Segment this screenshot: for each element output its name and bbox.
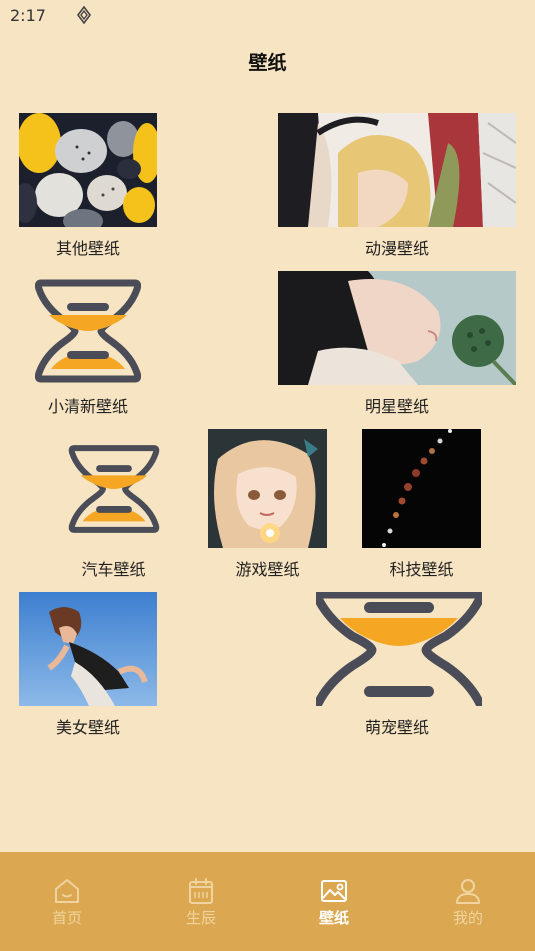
colorful-pebbles-image bbox=[19, 113, 157, 227]
hourglass-placeholder-icon bbox=[35, 277, 141, 385]
calendar-icon bbox=[189, 878, 213, 904]
home-icon bbox=[55, 879, 79, 903]
category-label: 小清新壁纸 bbox=[47, 397, 128, 416]
category-tile-game[interactable]: 游戏壁纸 bbox=[208, 429, 327, 579]
anime-girl-sparkler-image bbox=[208, 429, 327, 548]
category-tile-fresh[interactable]: 小清新壁纸 bbox=[19, 271, 157, 416]
category-tile-celebrity[interactable]: 明星壁纸 bbox=[278, 271, 516, 416]
hourglass-placeholder-icon bbox=[316, 592, 482, 706]
status-time: 2:17 bbox=[10, 6, 46, 25]
user-icon bbox=[456, 879, 480, 904]
tab-profile[interactable]: 我的 bbox=[401, 852, 535, 951]
woman-blue-sky-image bbox=[19, 592, 157, 706]
lunar-eclipse-image bbox=[362, 429, 481, 548]
tab-home[interactable]: 首页 bbox=[0, 852, 134, 951]
tab-label: 首页 bbox=[51, 909, 82, 927]
category-tile-tech[interactable]: 科技壁纸 bbox=[362, 429, 481, 579]
category-label: 游戏壁纸 bbox=[235, 560, 300, 579]
category-tile-beauty[interactable]: 美女壁纸 bbox=[19, 592, 157, 737]
category-tile-pet[interactable]: 萌宠壁纸 bbox=[278, 592, 516, 737]
woman-with-lotus-image bbox=[278, 271, 516, 385]
category-label: 动漫壁纸 bbox=[364, 239, 429, 258]
bottom-tab-bar: 首页 生辰 壁纸 我的 bbox=[0, 852, 535, 951]
category-label: 明星壁纸 bbox=[364, 397, 429, 416]
category-label: 美女壁纸 bbox=[55, 718, 120, 737]
page-title: 壁纸 bbox=[248, 52, 287, 74]
category-tile-anime[interactable]: 动漫壁纸 bbox=[278, 113, 516, 258]
tab-wallpaper[interactable]: 壁纸 bbox=[267, 852, 401, 951]
anime-characters-image bbox=[278, 113, 516, 227]
category-label: 其他壁纸 bbox=[55, 239, 120, 258]
category-label: 萌宠壁纸 bbox=[364, 718, 429, 737]
category-label: 汽车壁纸 bbox=[81, 560, 146, 579]
category-tile-other[interactable]: 其他壁纸 bbox=[19, 113, 157, 258]
tab-label: 我的 bbox=[452, 909, 483, 927]
app-notification-icon bbox=[77, 6, 91, 24]
category-tile-car[interactable]: 汽车壁纸 bbox=[54, 429, 173, 579]
image-icon bbox=[321, 880, 347, 902]
category-label: 科技壁纸 bbox=[389, 560, 454, 579]
tab-birthday[interactable]: 生辰 bbox=[134, 852, 268, 951]
hourglass-placeholder-icon bbox=[68, 443, 160, 535]
status-bar: 2:17 bbox=[0, 0, 535, 30]
tab-label: 壁纸 bbox=[318, 909, 349, 927]
tab-label: 生辰 bbox=[185, 909, 216, 927]
